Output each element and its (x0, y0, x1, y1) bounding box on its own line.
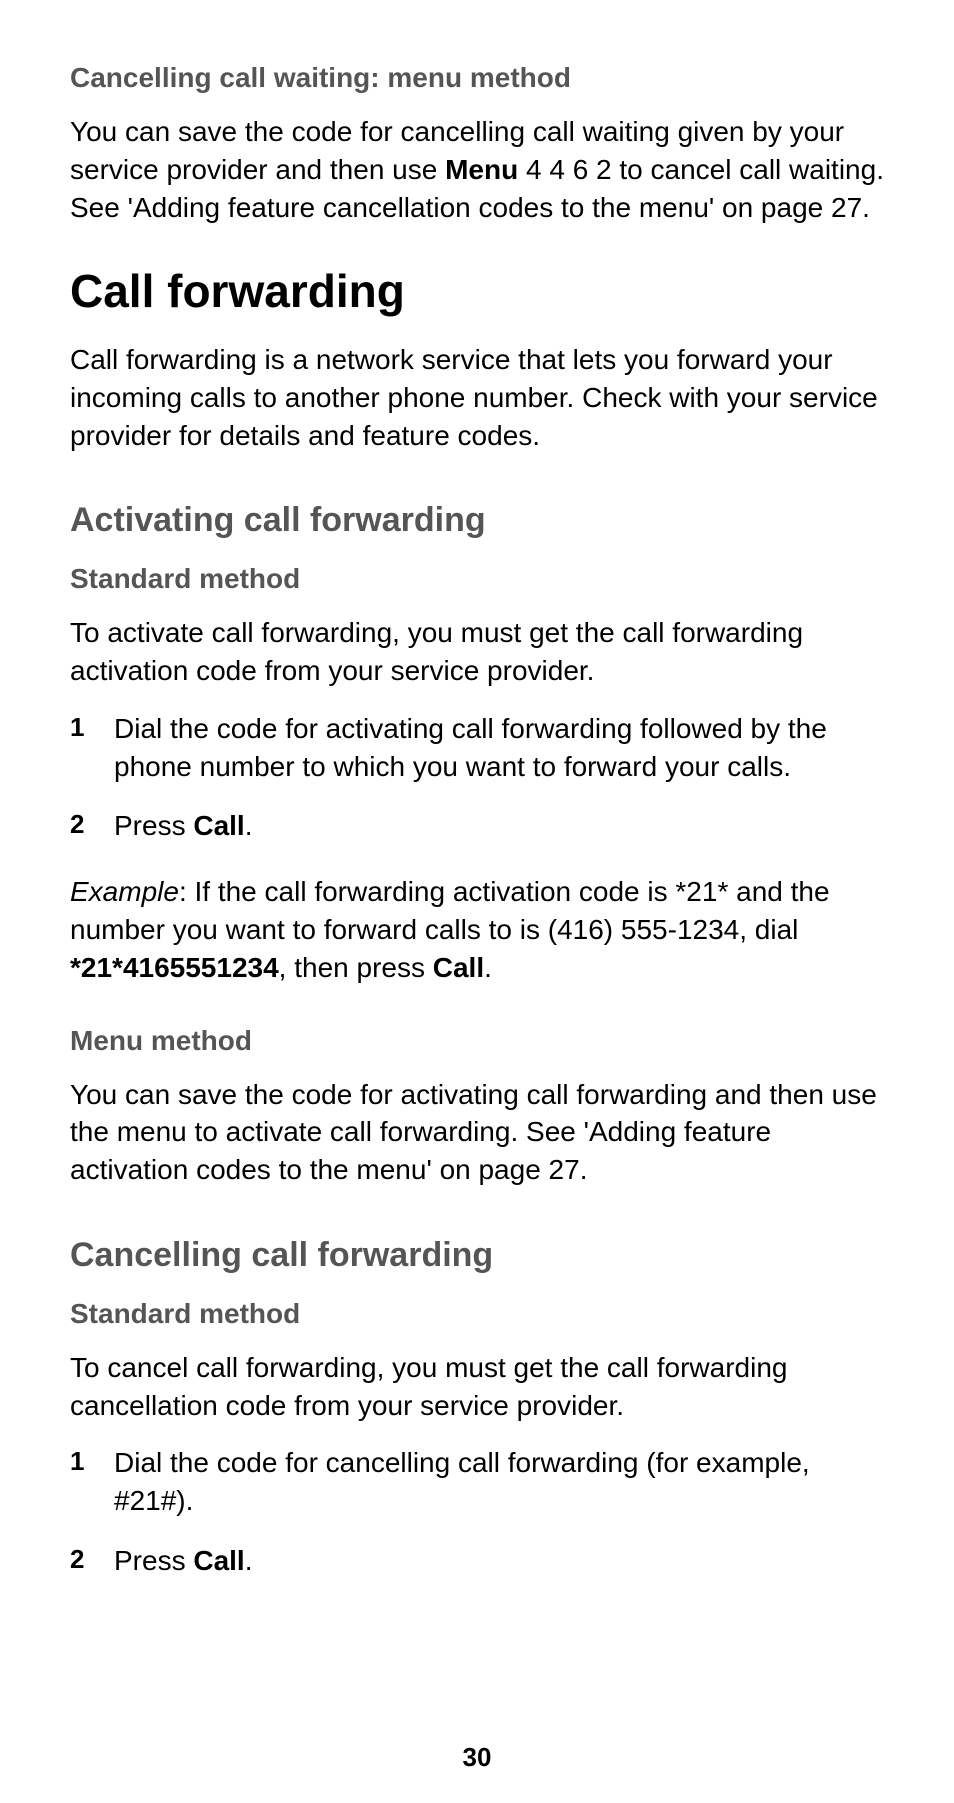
para-std-cancel-intro: To cancel call forwarding, you must get … (70, 1349, 884, 1425)
heading-cancelling-cf: Cancelling call forwarding (70, 1235, 884, 1276)
para-menu-activate: You can save the code for activating cal… (70, 1076, 884, 1189)
text-run: . (245, 810, 253, 841)
text-run: Press (114, 1545, 193, 1576)
text-bold: *21*4165551234 (70, 952, 279, 983)
para-cf-intro: Call forwarding is a network service tha… (70, 341, 884, 454)
heading-std-method-cancel: Standard method (70, 1296, 884, 1331)
para-std-activate-intro: To activate call forwarding, you must ge… (70, 614, 884, 690)
example-lead: Example (70, 876, 179, 907)
steps-activate: Dial the code for activating call forwar… (70, 710, 884, 845)
text-bold: Call (193, 1545, 244, 1576)
heading-cancel-waiting-menu: Cancelling call waiting: menu method (70, 60, 884, 95)
text-run: , then press (279, 952, 433, 983)
document-page: Cancelling call waiting: menu method You… (0, 0, 954, 1803)
steps-cancel: Dial the code for cancelling call forwar… (70, 1444, 884, 1579)
step-text: Dial the code for cancelling call forwar… (114, 1447, 810, 1516)
step-item: Press Call. (70, 807, 884, 845)
para-example: Example: If the call forwarding activati… (70, 873, 884, 986)
page-number: 30 (0, 1742, 954, 1773)
step-item: Press Call. (70, 1542, 884, 1580)
text-bold: Call (433, 952, 484, 983)
text-run: . (245, 1545, 253, 1576)
text-run: Press (114, 810, 193, 841)
para-cancel-waiting-menu: You can save the code for cancelling cal… (70, 113, 884, 226)
text-run: : If the call forwarding activation code… (70, 876, 830, 945)
text-bold: Menu (445, 154, 518, 185)
step-item: Dial the code for cancelling call forwar… (70, 1444, 884, 1520)
heading-activating-cf: Activating call forwarding (70, 500, 884, 541)
text-bold: Call (193, 810, 244, 841)
heading-menu-method-activate: Menu method (70, 1023, 884, 1058)
step-text: Dial the code for activating call forwar… (114, 713, 827, 782)
heading-std-method-activate: Standard method (70, 561, 884, 596)
step-item: Dial the code for activating call forwar… (70, 710, 884, 786)
text-run: . (484, 952, 492, 983)
heading-call-forwarding: Call forwarding (70, 266, 884, 317)
